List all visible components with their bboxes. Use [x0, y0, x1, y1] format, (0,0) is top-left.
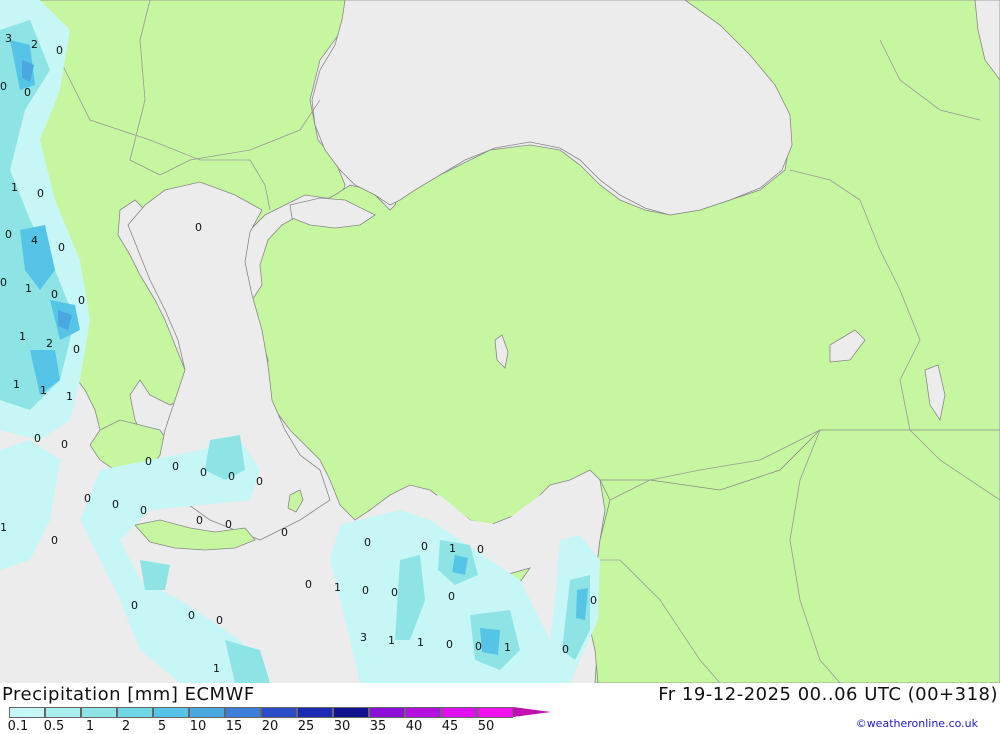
precip-label: 1 — [334, 581, 341, 594]
precip-label: 0 — [364, 536, 371, 549]
precip-label: 0 — [225, 518, 232, 531]
source-credit[interactable]: ©weatheronline.co.uk — [856, 717, 978, 730]
legend-tick-label: 0.1 — [7, 719, 29, 734]
precip-label: 0 — [5, 228, 12, 241]
legend-swatch — [297, 707, 333, 718]
precip-label: 1 — [213, 662, 220, 675]
precip-label: 0 — [256, 475, 263, 488]
precip-label: 2 — [46, 337, 53, 350]
legend-swatch — [225, 707, 261, 718]
precipitation-map: 3 2 0 0 0 1 0 0 4 0 0 1 0 0 1 2 0 1 1 1 … — [0, 0, 1000, 683]
legend-tick-label: 20 — [261, 719, 279, 734]
precip-label: 0 — [590, 594, 597, 607]
legend-swatch — [9, 707, 45, 718]
precip-label: 1 — [504, 641, 511, 654]
precip-label: 1 — [66, 390, 73, 403]
precip-label: 0 — [145, 455, 152, 468]
legend-tick-label: 2 — [121, 719, 131, 734]
legend-swatch — [117, 707, 153, 718]
precip-label: 0 — [24, 86, 31, 99]
map-title: Precipitation [mm] ECMWF — [2, 684, 255, 705]
precip-label: 0 — [73, 343, 80, 356]
precip-label: 2 — [31, 38, 38, 51]
legend-tick-label: 35 — [369, 719, 387, 734]
precip-label: 0 — [112, 498, 119, 511]
precip-label: 0 — [228, 470, 235, 483]
precip-label: 1 — [40, 384, 47, 397]
precip-label: 0 — [58, 241, 65, 254]
precip-label: 0 — [305, 578, 312, 591]
precip-label: 0 — [56, 44, 63, 57]
precip-label: 0 — [448, 590, 455, 603]
precip-label: 0 — [196, 514, 203, 527]
legend-tick-label: 1 — [85, 719, 95, 734]
legend-swatch — [189, 707, 225, 718]
precip-label: 0 — [421, 540, 428, 553]
precip-label: 1 — [417, 636, 424, 649]
legend-tick-label: 50 — [477, 719, 495, 734]
precip-label: 3 — [5, 32, 12, 45]
precip-label: 0 — [61, 438, 68, 451]
precip-label: 1 — [19, 330, 26, 343]
legend-tick-label: 15 — [225, 719, 243, 734]
legend-swatch — [261, 707, 297, 718]
precip-label: 0 — [562, 643, 569, 656]
precip-label: 0 — [51, 288, 58, 301]
precip-label: 0 — [281, 526, 288, 539]
legend-swatch — [405, 707, 441, 718]
precip-label: 0 — [78, 294, 85, 307]
precip-label: 0 — [172, 460, 179, 473]
precip-label: 0 — [362, 584, 369, 597]
legend-swatch — [477, 707, 513, 718]
precip-label: 0 — [0, 276, 7, 289]
legend-tick-label: 5 — [157, 719, 167, 734]
precip-label: 0 — [200, 466, 207, 479]
legend-swatch — [45, 707, 81, 718]
legend-tick-label: 10 — [189, 719, 207, 734]
precip-label: 1 — [11, 181, 18, 194]
precip-label: 1 — [0, 521, 7, 534]
precip-label: 1 — [13, 378, 20, 391]
legend-swatch — [441, 707, 477, 718]
precip-label: 0 — [84, 492, 91, 505]
precip-label: 1 — [449, 542, 456, 555]
precip-label: 0 — [37, 187, 44, 200]
legend-swatch — [513, 707, 551, 717]
legend-tick-label: 0.5 — [43, 719, 65, 734]
legend-swatch — [369, 707, 405, 718]
precip-label: 0 — [0, 80, 7, 93]
precip-label: 0 — [131, 599, 138, 612]
precip-label: 0 — [475, 640, 482, 653]
precip-label: 4 — [31, 234, 38, 247]
precip-label: 0 — [188, 609, 195, 622]
precip-label: 0 — [195, 221, 202, 234]
legend-tick-label: 45 — [441, 719, 459, 734]
legend-swatch — [333, 707, 369, 718]
precip-label: 3 — [360, 631, 367, 644]
precip-label: 0 — [140, 504, 147, 517]
legend-tick-label: 40 — [405, 719, 423, 734]
forecast-timestamp: Fr 19-12-2025 00..06 UTC (00+318) — [658, 684, 998, 705]
precip-label: 1 — [25, 282, 32, 295]
legend-swatch — [153, 707, 189, 718]
precip-label: 0 — [216, 614, 223, 627]
precip-label: 0 — [34, 432, 41, 445]
precip-label: 0 — [391, 586, 398, 599]
legend-tick-label: 25 — [297, 719, 315, 734]
legend-tick-label: 30 — [333, 719, 351, 734]
legend-swatch — [81, 707, 117, 718]
precip-label: 0 — [51, 534, 58, 547]
precip-label: 1 — [388, 634, 395, 647]
precip-label: 0 — [477, 543, 484, 556]
precip-label: 0 — [446, 638, 453, 651]
